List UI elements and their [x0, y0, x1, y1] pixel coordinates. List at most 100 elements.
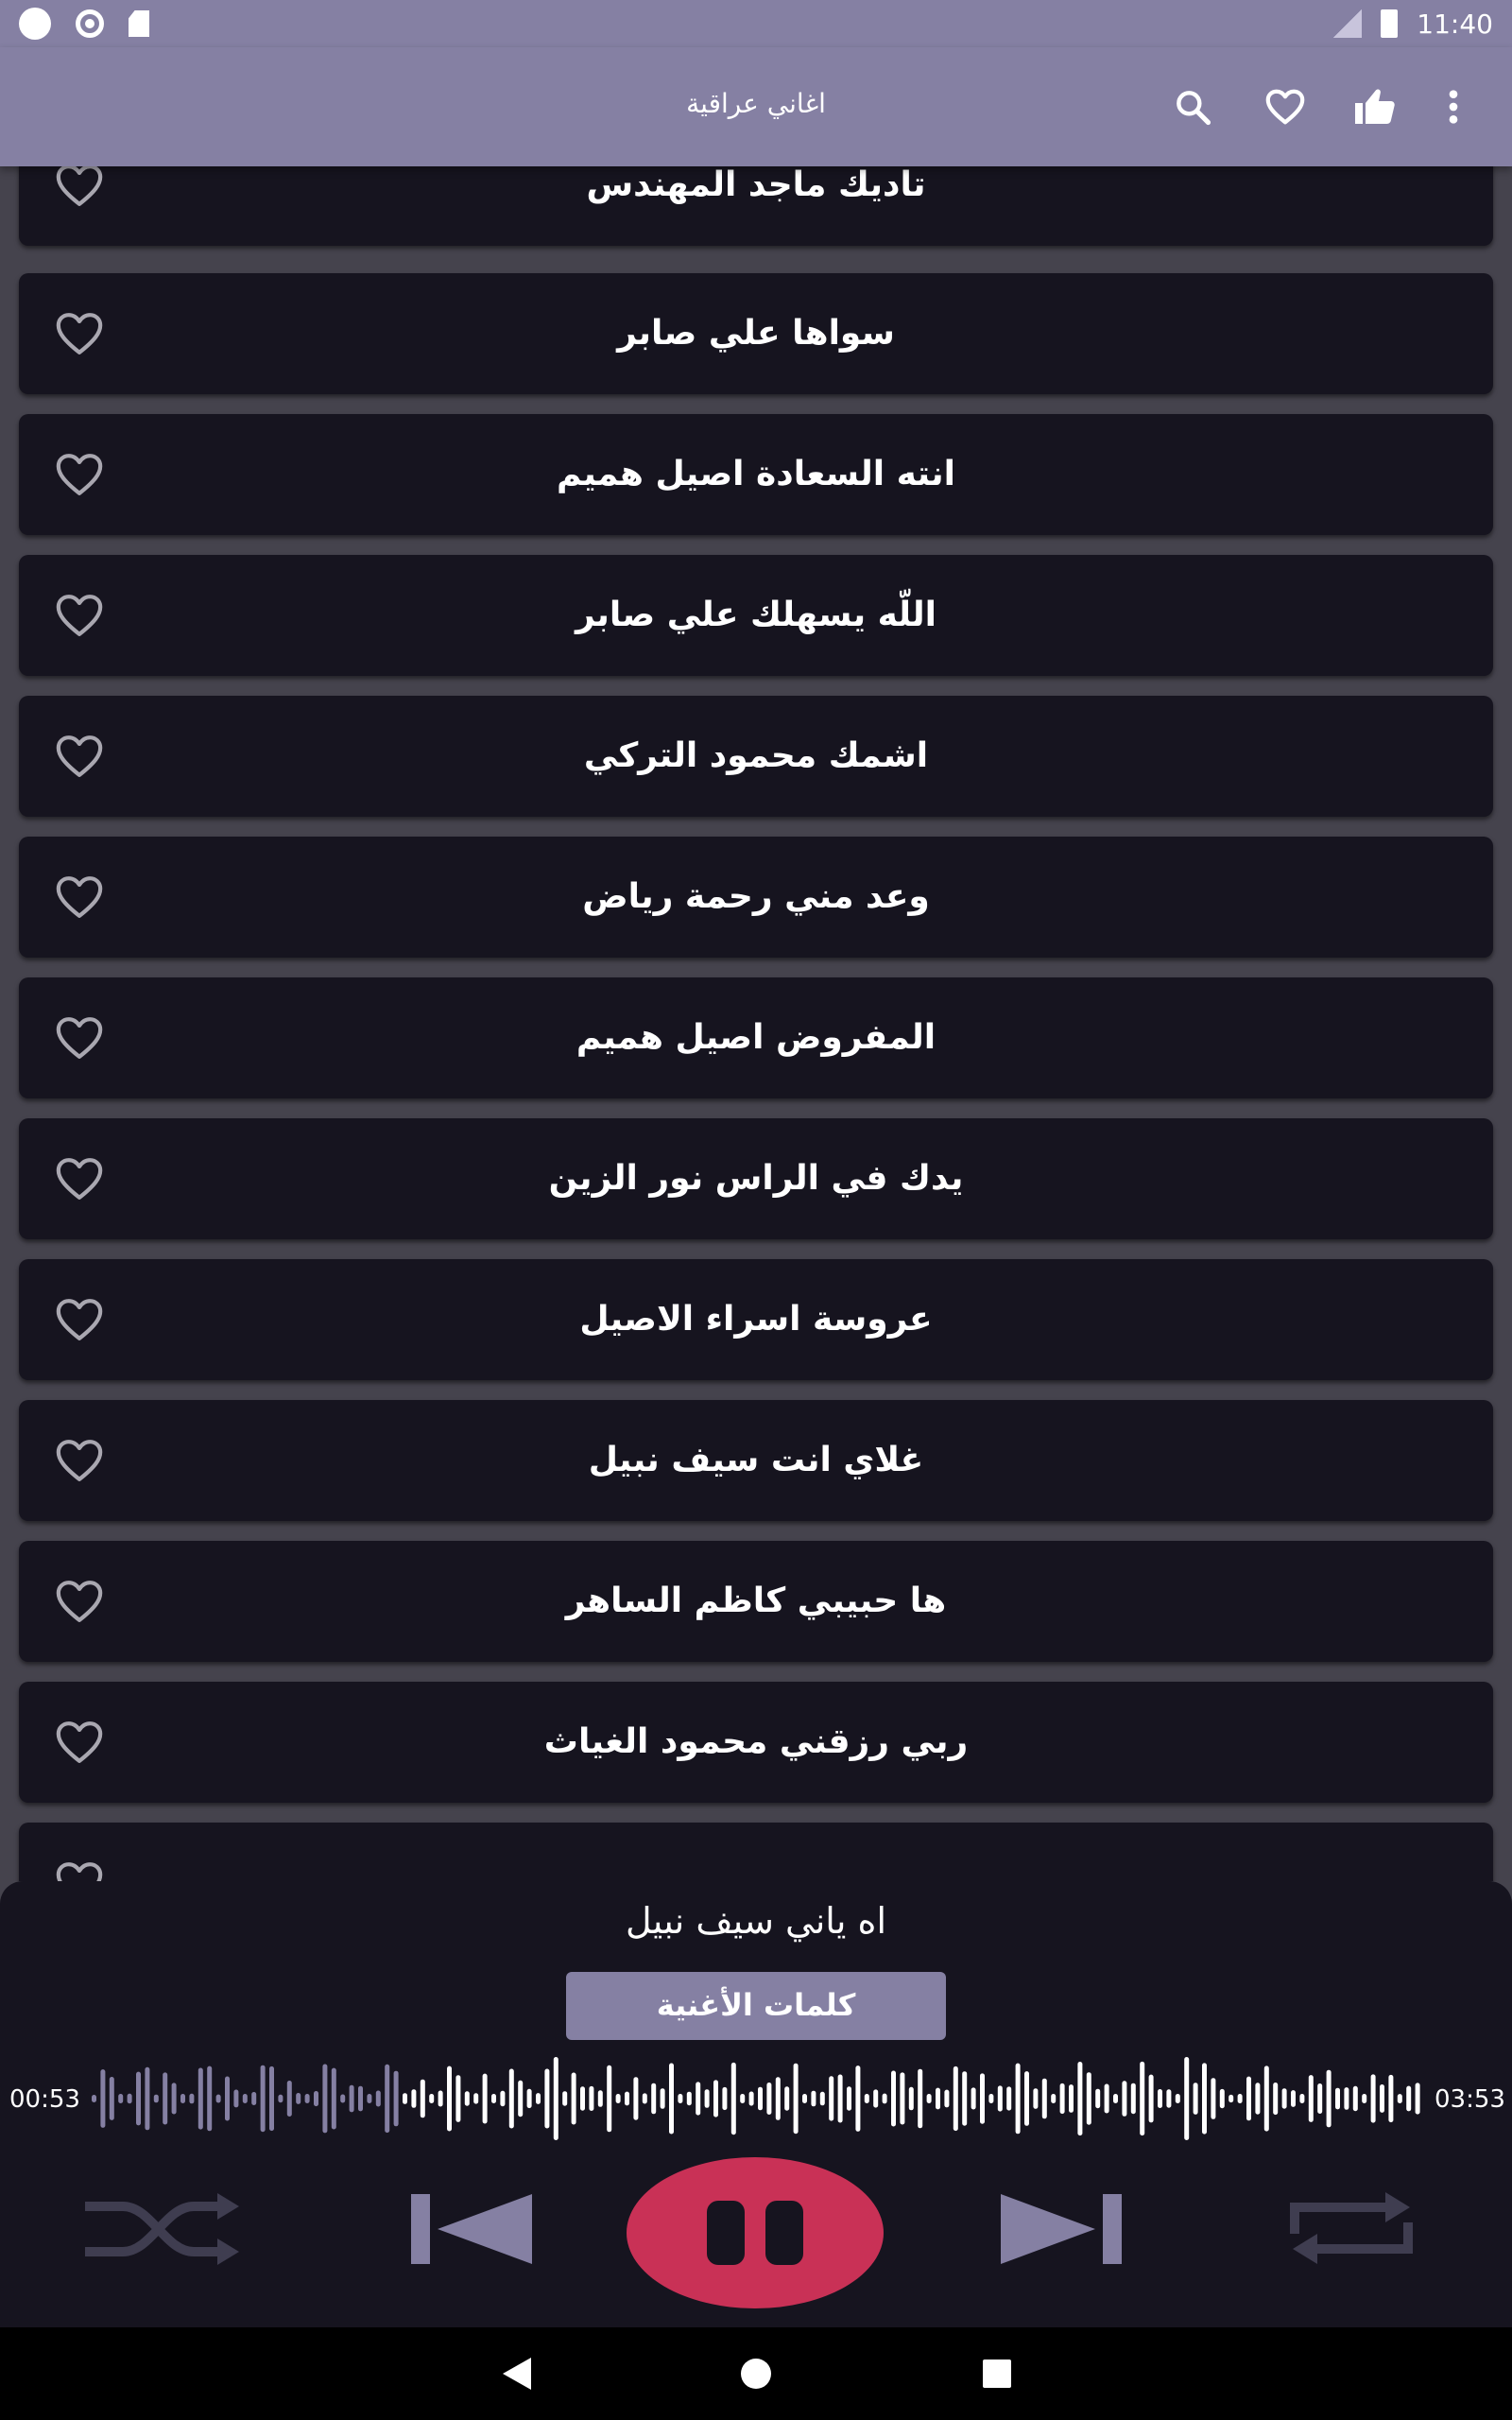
- waveform-bar: [1317, 2083, 1323, 2114]
- next-button[interactable]: [994, 2182, 1136, 2276]
- waveform-bar: [1308, 2075, 1314, 2122]
- song-item[interactable]: ها حبيبي كاظم الساهر: [19, 1541, 1493, 1662]
- status-time: 11:40: [1417, 8, 1493, 40]
- waveform-bar: [1246, 2076, 1251, 2121]
- waveform-bar: [704, 2089, 710, 2108]
- song-item[interactable]: عروسة اسراء الاصيل: [19, 1259, 1493, 1380]
- waveform-bar: [900, 2072, 905, 2125]
- waveform-bar: [92, 2095, 96, 2102]
- thumbs-up-icon[interactable]: [1347, 78, 1403, 135]
- favorites-heart-icon[interactable]: [1257, 78, 1314, 135]
- waveform-bar: [286, 2081, 292, 2117]
- song-item[interactable]: المفروض اصيل هميم: [19, 977, 1493, 1098]
- waveform-bar: [740, 2094, 746, 2103]
- song-list[interactable]: تاديك ماجد المهندس سواها علي صابر انته ا…: [0, 166, 1512, 1881]
- back-icon[interactable]: [493, 2350, 541, 2397]
- waveform-bar: [526, 2088, 532, 2109]
- waveform-bar: [1130, 2083, 1136, 2115]
- waveform-bar: [918, 2068, 923, 2129]
- recents-icon[interactable]: [973, 2350, 1021, 2397]
- waveform-bar: [171, 2083, 177, 2115]
- waveform-bar: [607, 2065, 612, 2133]
- song-item[interactable]: ربي رزقني محمود الغياث: [19, 1682, 1493, 1803]
- song-title: وعد مني رحمة رياض: [582, 877, 930, 916]
- song-item[interactable]: تاديك ماجد المهندس: [19, 166, 1493, 246]
- waveform-bar: [980, 2073, 985, 2124]
- waveform-bar: [1273, 2083, 1279, 2116]
- waveform-seekbar[interactable]: [90, 2051, 1422, 2146]
- song-title: ربي رزقني محمود الغياث: [543, 1722, 969, 1761]
- waveform-bar: [864, 2094, 869, 2103]
- song-item[interactable]: اللّه يسهلك علي صابر: [19, 555, 1493, 676]
- waveform-bar: [1140, 2061, 1145, 2136]
- song-item[interactable]: يدك في الراس نور الزين: [19, 1118, 1493, 1239]
- waveform-bar: [482, 2073, 488, 2124]
- search-icon[interactable]: [1164, 78, 1221, 135]
- home-icon[interactable]: [732, 2350, 780, 2397]
- song-title: يدك في الراس نور الزين: [548, 1159, 964, 1198]
- waveform-bar: [1202, 2063, 1207, 2135]
- waveform-bar: [775, 2077, 781, 2120]
- waveform-bar: [491, 2094, 496, 2103]
- waveform-bar: [1388, 2074, 1394, 2123]
- waveform-bar: [1370, 2074, 1376, 2123]
- waveform-bar: [1015, 2063, 1021, 2135]
- song-item[interactable]: انته السعادة اصيل هميم: [19, 414, 1493, 535]
- status-bar: 11:40: [0, 0, 1512, 47]
- more-vert-icon[interactable]: [1425, 78, 1482, 135]
- waveform-bar: [455, 2075, 461, 2122]
- waveform-bar: [936, 2087, 940, 2110]
- waveform-bar: [358, 2085, 363, 2112]
- waveform-bar: [1326, 2069, 1332, 2128]
- waveform-bar: [758, 2086, 763, 2111]
- waveform-bar: [1362, 2094, 1367, 2103]
- waveform-bar: [1397, 2094, 1402, 2103]
- pause-button[interactable]: [627, 2157, 884, 2308]
- pause-icon-bar: [707, 2201, 745, 2265]
- waveform-bar: [447, 2066, 452, 2132]
- waveform-bar: [1175, 2094, 1180, 2103]
- song-title: المفروض اصيل هميم: [576, 1018, 936, 1057]
- waveform-bar: [127, 2093, 132, 2104]
- waveform-bar: [304, 2094, 310, 2103]
- waveform-bar: [153, 2094, 159, 2103]
- waveform-bar: [784, 2086, 790, 2111]
- waveform-bar: [819, 2091, 825, 2106]
- song-item[interactable]: سواها علي صابر: [19, 273, 1493, 394]
- song-title: ها حبيبي كاظم الساهر: [565, 1582, 947, 1620]
- shuffle-icon: [85, 2193, 239, 2265]
- shuffle-button[interactable]: [76, 2182, 246, 2276]
- waveform-bar: [1406, 2085, 1412, 2112]
- song-item[interactable]: [19, 1823, 1493, 1881]
- repeat-button[interactable]: [1266, 2176, 1436, 2280]
- song-item[interactable]: غلاي انت سيف نبيل: [19, 1400, 1493, 1521]
- waveform-bar: [730, 2062, 736, 2135]
- song-title: اللّه يسهلك علي صابر: [575, 596, 937, 634]
- waveform-bar: [1069, 2084, 1074, 2113]
- waveform-bar: [1281, 2088, 1287, 2109]
- waveform-bar: [660, 2088, 665, 2109]
- song-title: تاديك ماجد المهندس: [586, 166, 926, 204]
- waveform-bar: [420, 2079, 425, 2118]
- waveform-bar: [997, 2085, 1003, 2112]
- waveform-bar: [438, 2090, 443, 2107]
- waveform-bar: [1335, 2087, 1340, 2110]
- waveform-bar: [553, 2057, 558, 2140]
- waveform-bar: [278, 2094, 284, 2103]
- waveform-bar: [1211, 2078, 1216, 2119]
- notification-circle-icon: [19, 8, 51, 40]
- waveform-bar: [1077, 2062, 1083, 2136]
- waveform-bar: [1291, 2090, 1296, 2107]
- waveform-bar: [766, 2083, 772, 2115]
- song-item[interactable]: اشمك محمود التركي: [19, 696, 1493, 817]
- song-item[interactable]: وعد مني رحمة رياض: [19, 837, 1493, 958]
- system-navigation-bar: [0, 2327, 1512, 2420]
- waveform-bar: [748, 2091, 754, 2106]
- skip-next-icon: [1001, 2194, 1122, 2264]
- waveform-bar: [544, 2068, 550, 2129]
- lyrics-button[interactable]: كلمات الأغنية: [566, 1972, 946, 2040]
- previous-button[interactable]: [397, 2182, 539, 2276]
- song-title: غلاي انت سيف نبيل: [588, 1441, 924, 1479]
- waveform-bar: [855, 2066, 861, 2132]
- waveform-bar: [580, 2086, 585, 2111]
